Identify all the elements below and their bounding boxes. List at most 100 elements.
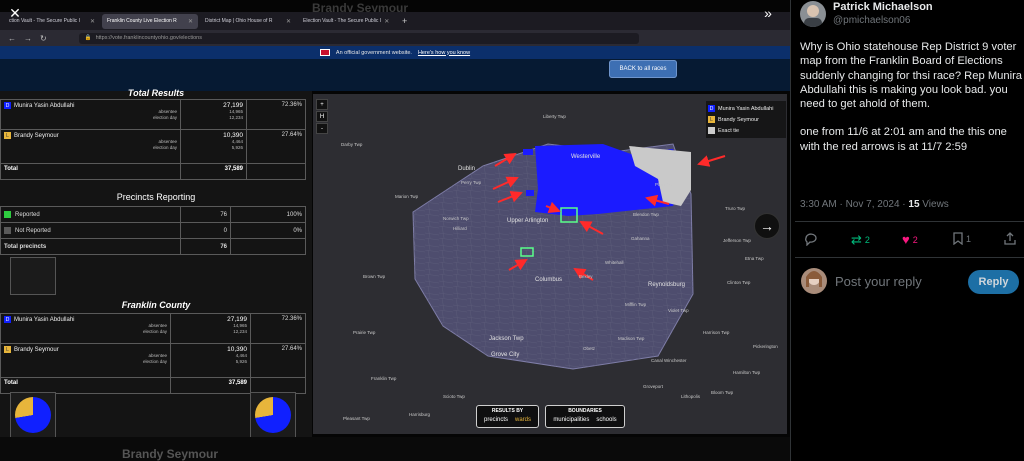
map-label: Norwich Twp (443, 216, 469, 221)
map-label: Grove City (491, 352, 520, 358)
wards-option[interactable]: wards (515, 417, 531, 423)
bottom-strip (0, 437, 790, 461)
pie-chart (10, 392, 56, 438)
map-label: Whitehall (605, 260, 624, 265)
retweet-button[interactable]: ⇄ 2 (851, 232, 870, 248)
back-arrow-icon[interactable]: ← (8, 34, 16, 43)
reply-icon[interactable] (804, 232, 818, 246)
precincts-option[interactable]: precincts (484, 417, 508, 423)
map-label: Groveport (643, 384, 664, 389)
back-to-races-button[interactable]: BACK to all races (609, 60, 677, 78)
candidate-percent: 72.36% (281, 102, 302, 108)
map-label: Columbus (535, 277, 563, 283)
map-label: Madison Twp (618, 336, 645, 341)
close-tab-icon[interactable]: ✕ (188, 18, 193, 25)
candidate-percent: 72.36% (281, 316, 302, 322)
media-viewer: Brandy Seymour Brandy Seymour ction Vaul… (0, 0, 790, 461)
share-icon[interactable] (1004, 232, 1016, 245)
chevron-right-icon[interactable]: » (759, 4, 777, 22)
new-tab-icon[interactable]: + (402, 16, 407, 26)
browser-navbar: ← → ↻ 🔒 https://vote.franklincountyohio.… (0, 30, 790, 46)
total-row: Total 37,589 (0, 163, 306, 180)
total-results-title: Total Results (127, 88, 185, 98)
map-label: Mifflin Twp (625, 302, 647, 307)
table-row: D Munira Yasin Abdullahi absentee election… (0, 313, 306, 344)
table-row: Not Reported 0 0% (0, 222, 306, 239)
map-label: Prairie Twp (353, 330, 376, 335)
candidate-total: 10,390 (227, 346, 247, 353)
map-legend: D Munira Yasin Abdullahi L Brandy Seymour … (706, 101, 786, 138)
candidate-percent: 27.64% (281, 346, 302, 352)
close-icon[interactable]: ✕ (6, 4, 24, 22)
url-text: https://vote.franklincountyohio.gov/elec… (95, 35, 202, 41)
map-label: Harrison Twp (703, 330, 730, 335)
reported-swatch (4, 210, 11, 218)
schools-option[interactable]: schools (596, 417, 616, 423)
close-tab-icon[interactable]: ✕ (286, 18, 291, 25)
retweet-icon: ⇄ (851, 232, 862, 247)
forward-arrow-icon[interactable]: → (24, 34, 32, 43)
candidate-total: 27,199 (223, 102, 243, 109)
map-label: Violet Twp (668, 308, 689, 313)
reply-input[interactable]: Post your reply (835, 274, 922, 289)
map-label: Scioto Twp (443, 394, 465, 399)
author-name[interactable]: Patrick Michaelson (833, 1, 933, 13)
close-tab-icon[interactable]: ✕ (384, 18, 389, 25)
legend-item: D Munira Yasin Abdullahi (708, 105, 774, 112)
map-label: Darby Twp (341, 142, 363, 147)
map-label: Obetz (583, 346, 596, 351)
table-row: D Munira Yasin Abdullahi absentee election… (0, 99, 306, 130)
map-label: Plain Twp (655, 182, 675, 187)
map-label: Bexley (579, 274, 593, 279)
pie-placeholder (10, 257, 56, 295)
bookmark-button[interactable]: 1 (953, 232, 971, 245)
map-label: Gahanna (631, 236, 650, 241)
libertarian-badge: L (4, 132, 11, 139)
reload-icon[interactable]: ↻ (40, 34, 47, 43)
avatar[interactable] (801, 268, 827, 294)
heart-icon: ♥ (902, 232, 910, 247)
tweet-meta: 3:30 AM · Nov 7, 2024 · 15 Views (800, 199, 949, 210)
pie-chart (250, 392, 296, 438)
zoom-out-button[interactable]: - (316, 123, 328, 134)
map-label: Marion Twp (395, 194, 419, 199)
tweet-paragraph: one from 11/6 at 2:01 am and the this on… (800, 126, 1007, 153)
table-row: Reported 76 100% (0, 206, 306, 223)
browser-tab[interactable]: Election Vault - The Secure Public I ✕ (298, 14, 394, 29)
url-bar[interactable]: 🔒 https://vote.franklincountyohio.gov/el… (78, 32, 639, 44)
map-label: Brown Twp (363, 274, 386, 279)
map-label: Reynoldsburg (648, 282, 686, 288)
close-tab-icon[interactable]: ✕ (90, 18, 95, 25)
map-label: Jefferson Twp (723, 238, 751, 243)
zoom-in-button[interactable]: + (316, 99, 328, 110)
home-button[interactable]: H (316, 111, 328, 122)
results-by-toggle: RESULTS BY precincts wards (476, 405, 539, 428)
browser-tab-active[interactable]: Franklin County Live Election R ✕ (102, 13, 198, 29)
map-label: Jackson Twp (489, 336, 524, 342)
map-label: Blendon Twp (633, 212, 659, 217)
like-button[interactable]: ♥ 2 (902, 232, 918, 247)
democrat-badge: D (4, 102, 11, 109)
total-results-table: D Munira Yasin Abdullahi absentee election… (0, 99, 306, 180)
county-title: Franklin County (121, 300, 191, 310)
total-row: Total precincts 76 (0, 238, 306, 255)
divider (795, 221, 1024, 222)
browser-tab[interactable]: District Map | Ohio House of R ✕ (200, 14, 296, 29)
gov-banner: An official government website. Here's h… (0, 46, 790, 59)
reply-button[interactable]: Reply (968, 270, 1019, 294)
tweet-paragraph: Why is Ohio statehouse Rep District 9 vo… (800, 41, 1023, 111)
sub-labels: absentee election day (152, 109, 177, 120)
municipalities-option[interactable]: municipalities (553, 417, 589, 423)
bookmark-icon (953, 232, 963, 245)
candidate-name: Munira Yasin Abdullahi (14, 102, 75, 109)
map-label: Lithopolis (681, 394, 701, 399)
candidate-total: 27,199 (227, 316, 247, 323)
results-panel: Total Results D Munira Yasin Abdullahi ab… (0, 88, 312, 438)
avatar[interactable] (800, 1, 826, 27)
boundaries-toggle: BOUNDARIES municipalities schools (545, 405, 625, 428)
gov-banner-link[interactable]: Here's how you know (418, 50, 470, 56)
author-handle[interactable]: @pmichaelson06 (833, 15, 910, 26)
next-image-icon[interactable]: → (754, 213, 780, 239)
map-label: Hamilton Twp (733, 370, 761, 375)
precinct-map[interactable]: Darby Twp Dublin Westerville Plain Twp N… (313, 94, 787, 434)
